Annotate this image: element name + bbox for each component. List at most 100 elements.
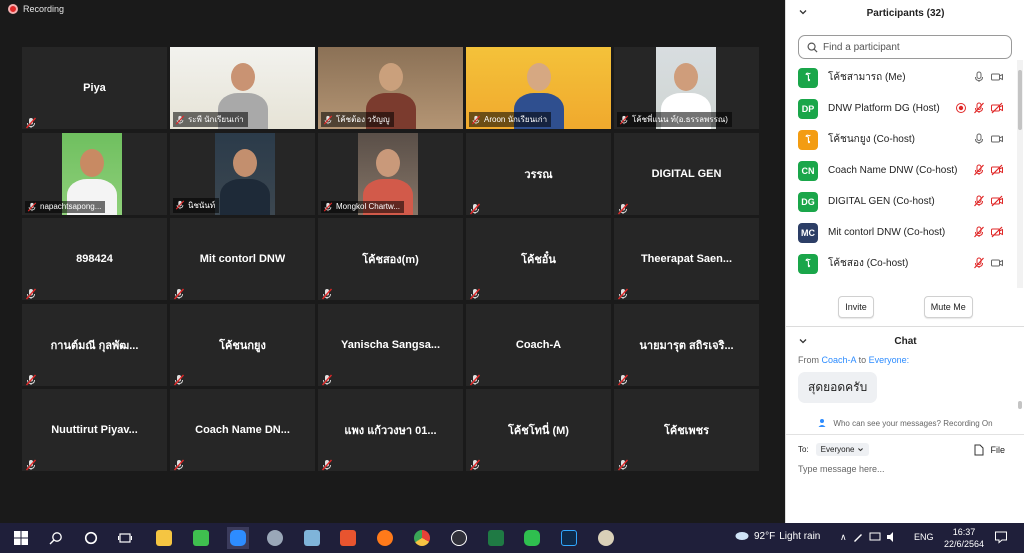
video-tile[interactable]: Piya xyxy=(22,47,167,129)
firefox-icon[interactable] xyxy=(374,527,396,549)
volume-icon[interactable] xyxy=(886,531,898,543)
video-tile[interactable]: โค้ชนกยูง xyxy=(170,303,315,386)
weather-widget[interactable]: 92°F Light rain xyxy=(734,531,820,542)
video-tile[interactable]: Coach-A xyxy=(466,303,611,386)
chat-scrollbar[interactable] xyxy=(1017,355,1023,411)
participant-row[interactable]: MC Mit contorl DNW (Co-host) xyxy=(786,217,1017,248)
video-tile[interactable]: Mongkol Chartw... xyxy=(318,132,463,215)
tile-name: นิชนันท์ xyxy=(188,200,216,210)
video-tile[interactable]: Aroon นักเรียนเก่า xyxy=(466,47,611,129)
video-tile[interactable]: โค้ชเพชร xyxy=(614,389,759,471)
mic-muted-icon xyxy=(173,456,185,471)
video-tile[interactable]: DIGITAL GEN xyxy=(614,132,759,215)
participant-row[interactable]: โ โค้ชสอง (Co-host) xyxy=(786,248,1017,279)
chevron-up-icon[interactable]: ∧ xyxy=(840,532,847,543)
video-tile[interactable]: 898424 xyxy=(22,218,167,300)
video-tile[interactable]: Yanischa Sangsa... xyxy=(318,303,463,386)
app-icon[interactable] xyxy=(337,527,359,549)
chat-from-name[interactable]: Coach-A xyxy=(822,355,857,365)
mic-icon[interactable] xyxy=(973,133,985,145)
video-tile[interactable]: โค้ชสอง(m) xyxy=(318,218,463,300)
chat-visibility-info[interactable]: Who can see your messages? Recording On xyxy=(786,414,1024,432)
video-tile[interactable]: โค้ชต้อง วรัญญู xyxy=(318,47,463,129)
video-tile[interactable]: นิชนันท์ xyxy=(170,132,315,215)
app-icon[interactable] xyxy=(301,527,323,549)
video-off-icon[interactable] xyxy=(991,226,1003,238)
mic-muted-icon[interactable] xyxy=(973,257,985,269)
clock[interactable]: 16:37 22/6/2564 xyxy=(944,526,984,550)
video-tile[interactable]: napachtsapong... xyxy=(22,132,167,215)
windows-start-icon[interactable] xyxy=(10,527,32,549)
participant-row[interactable]: DP DNW Platform DG (Host) xyxy=(786,93,1017,124)
obs-icon[interactable] xyxy=(448,527,470,549)
participant-row[interactable]: CN Coach Name DNW (Co-host) xyxy=(786,155,1017,186)
file-button[interactable]: File xyxy=(974,444,1005,456)
mic-muted-icon[interactable] xyxy=(973,195,985,207)
app-icon[interactable] xyxy=(264,527,286,549)
video-tile[interactable]: กานต์มณี กุลพัฒ... xyxy=(22,303,167,386)
recording-indicator[interactable]: Recording xyxy=(8,4,64,14)
video-tile[interactable]: Nuuttirut Piyav... xyxy=(22,389,167,471)
participant-name: โค้ชสอง (Co-host) xyxy=(828,258,909,269)
video-tile[interactable]: แพง แก้ววงษา 01... xyxy=(318,389,463,471)
video-off-icon[interactable] xyxy=(991,102,1003,114)
chevron-down-icon[interactable] xyxy=(798,336,808,346)
scrollbar-thumb[interactable] xyxy=(1018,401,1022,409)
scrollbar-thumb[interactable] xyxy=(1018,70,1022,130)
video-tile[interactable]: ระพี นักเรียนเก่า xyxy=(170,47,315,129)
chrome-icon[interactable] xyxy=(411,527,433,549)
mic-muted-icon[interactable] xyxy=(973,102,985,114)
file-label: File xyxy=(990,445,1005,455)
tile-name-label: นิชนันท์ xyxy=(173,197,220,213)
tile-name: โค้ชพี่แนน ท์(อ.ธรรลพรรณ) xyxy=(632,115,728,124)
participant-actions: Invite Mute Me xyxy=(786,296,1024,318)
video-tile[interactable]: Mit contorl DNW xyxy=(170,218,315,300)
mic-icon[interactable] xyxy=(973,71,985,83)
invite-button[interactable]: Invite xyxy=(838,296,874,318)
video-tile[interactable]: วรรณ xyxy=(466,132,611,215)
video-tile[interactable]: Coach Name DN... xyxy=(170,389,315,471)
recording-dot-icon xyxy=(8,4,18,14)
pen-icon[interactable] xyxy=(852,531,864,543)
recipient-select[interactable]: Everyone xyxy=(815,443,870,456)
video-icon[interactable] xyxy=(991,133,1003,145)
video-tile[interactable]: โค้ชอั๋น xyxy=(466,218,611,300)
zoom-window: Recording Piya ระพี นักเรียนเก่า โค้ชต้อง … xyxy=(0,0,1024,553)
video-off-icon[interactable] xyxy=(991,164,1003,176)
tile-name: Yanischa Sangsa... xyxy=(340,338,441,351)
participant-row[interactable]: โ โค้ชสามารถ (Me) xyxy=(786,62,1017,93)
video-icon[interactable] xyxy=(991,71,1003,83)
mic-muted-icon[interactable] xyxy=(973,164,985,176)
mic-muted-icon[interactable] xyxy=(973,226,985,238)
video-tile[interactable]: โค้ชพี่แนน ท์(อ.ธรรลพรรณ) xyxy=(614,47,759,129)
participant-row[interactable]: โ โค้ชนกยูง (Co-host) xyxy=(786,124,1017,155)
avatar: โ xyxy=(798,129,818,150)
line-icon[interactable] xyxy=(521,527,543,549)
excel-icon[interactable] xyxy=(485,527,507,549)
network-icon[interactable] xyxy=(869,531,881,543)
video-tile[interactable]: นายมารุต สถิรเจริ... xyxy=(614,303,759,386)
video-tile[interactable]: Theerapat Saen... xyxy=(614,218,759,300)
video-tile[interactable]: โค้ชโทนี่ (M) xyxy=(466,389,611,471)
participant-row[interactable]: DG DIGITAL GEN (Co-host) xyxy=(786,186,1017,217)
video-icon[interactable] xyxy=(991,257,1003,269)
photoshop-icon[interactable] xyxy=(558,527,580,549)
participant-search[interactable] xyxy=(798,35,1012,59)
paint-icon[interactable] xyxy=(595,527,617,549)
mute-me-button[interactable]: Mute Me xyxy=(923,296,973,318)
tile-name: Theerapat Saen... xyxy=(640,253,733,265)
cortana-icon[interactable] xyxy=(80,527,102,549)
mic-muted-icon xyxy=(323,201,333,212)
language-indicator[interactable]: ENG xyxy=(914,532,934,542)
camtasia-icon[interactable] xyxy=(190,527,212,549)
participant-scrollbar[interactable] xyxy=(1017,60,1023,288)
notification-icon[interactable] xyxy=(994,530,1008,544)
task-view-icon[interactable] xyxy=(114,527,136,549)
video-off-icon[interactable] xyxy=(991,195,1003,207)
zoom-app-icon[interactable] xyxy=(227,527,249,549)
search-icon[interactable] xyxy=(45,527,67,549)
file-explorer-icon[interactable] xyxy=(153,527,175,549)
search-input[interactable] xyxy=(823,41,1003,53)
chevron-down-icon[interactable] xyxy=(798,7,808,17)
chat-message-input[interactable] xyxy=(798,464,1012,474)
